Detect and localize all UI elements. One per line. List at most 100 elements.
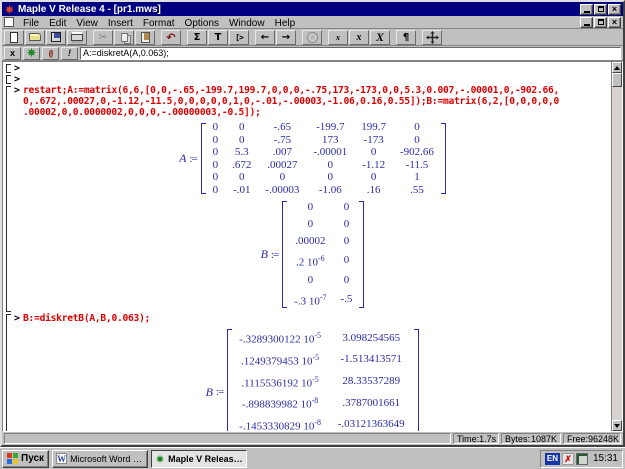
matrix-row: 00 (287, 216, 359, 233)
new-button[interactable] (4, 30, 24, 45)
command-input[interactable]: .00002,0,0.0000002,0,0,0,-.00000003,-0.5… (14, 107, 611, 118)
matrix-output-a: A:=00-.65-199.7199.7000-.75173-173005.3.… (179, 121, 446, 196)
inert-math-button[interactable]: x (4, 47, 21, 60)
matrix-row: 05.3.007-.000010-902.66 (206, 146, 441, 159)
matrix-row: 000001 (206, 171, 441, 184)
save-button[interactable] (46, 30, 66, 45)
matrix-cell: -.3 10-7 (287, 289, 333, 311)
matrix-cell: -.01 (225, 184, 258, 197)
document-icon[interactable] (4, 17, 14, 27)
menu-help[interactable]: Help (270, 18, 301, 29)
paste-button (135, 30, 155, 45)
status-bytes-panel: Bytes: 1087K (501, 433, 561, 444)
minimize-button[interactable] (580, 4, 593, 15)
taskbar-item-maple[interactable]: Maple V Release 4 - [... (151, 450, 247, 468)
matrix-cell: -1.12 (354, 159, 393, 172)
matrix-label: A (179, 151, 186, 166)
close-button[interactable]: × (608, 4, 621, 15)
evaluate-leaf-button[interactable] (23, 47, 40, 60)
menu-view[interactable]: View (71, 18, 103, 29)
matrix-cell: 199.7 (354, 121, 393, 134)
menu-file[interactable]: File (18, 18, 44, 29)
language-indicator[interactable]: EN (545, 453, 560, 465)
zoom-medium-button[interactable]: x (349, 30, 369, 45)
scroll-up-button[interactable] (612, 62, 622, 73)
input-prompt: > (14, 74, 20, 85)
matrix-cell: 0 (258, 171, 306, 184)
menu-window[interactable]: Window (224, 18, 270, 29)
four-way-arrow-icon (426, 31, 439, 44)
matrix-cell: -.00003 (258, 184, 306, 197)
child-close-button[interactable]: × (608, 17, 621, 28)
matrix-row: -.3 10-7-.5 (287, 289, 359, 311)
muted-status-icon[interactable]: ✗ (562, 453, 574, 465)
print-icon (71, 34, 83, 41)
status-time-panel: Time: 1.7s (453, 433, 499, 444)
status-bar: Time: 1.7s Bytes: 1087K Free: 96248K (2, 432, 623, 445)
matrix-output-b: B:=0000.000020.2 10-6000-.3 10-7-.5 (261, 199, 365, 310)
worksheet-area: >>>restart;A:=matrix(6,6,[0,0,-.65,-199.… (2, 61, 623, 432)
assign-operator: := (189, 153, 196, 165)
menu-insert[interactable]: Insert (103, 18, 138, 29)
stop-icon (307, 32, 318, 43)
keyboard-layout-icon[interactable] (576, 453, 588, 465)
assign-operator: := (216, 386, 223, 398)
text-mode-button[interactable]: T (208, 30, 228, 45)
show-marks-button[interactable]: ¶ (396, 30, 416, 45)
worksheet[interactable]: >>>restart;A:=matrix(6,6,[0,0,-.65,-199.… (3, 62, 611, 431)
open-button[interactable] (25, 30, 45, 45)
paragraph-icon: ¶ (403, 31, 409, 44)
child-minimize-button[interactable] (580, 17, 593, 28)
scroll-down-button[interactable] (612, 420, 622, 431)
bytes-label: Bytes: (505, 434, 530, 444)
scroll-thumb[interactable] (612, 73, 622, 87)
copy-button (114, 30, 134, 45)
menu-format[interactable]: Format (138, 18, 180, 29)
taskbar-item-word[interactable]: W Microsoft Word - CCO (52, 450, 148, 468)
menu-options[interactable]: Options (180, 18, 224, 29)
print-button[interactable] (67, 30, 87, 45)
child-restore-button[interactable] (594, 17, 607, 28)
paste-icon (141, 32, 150, 43)
restore-button[interactable] (594, 4, 607, 15)
zoom-small-button[interactable]: x (328, 30, 348, 45)
command-input[interactable]: 0,.672,.00027,0,-1.12,-11.5,0,0,0,0,0,1,… (14, 96, 611, 107)
toolbar: ✂↶ΣT[>←→xxX¶ (2, 29, 623, 46)
maple-prompt-icon: [> (235, 31, 243, 44)
vertical-scrollbar[interactable] (611, 62, 622, 431)
maple-input-button[interactable]: [> (229, 30, 249, 45)
execution-group: >B:=diskretB(A,B,0.063);B:=-.3289300122 … (5, 313, 611, 431)
matrix-cell: 0 (206, 184, 226, 197)
command-input[interactable]: restart;A:=matrix(6,6,[0,0,-.65,-199.7,1… (23, 85, 559, 96)
matrix-cell: -199.7 (306, 121, 354, 134)
command-input[interactable]: B:=diskretB(A,B,0.063); (23, 313, 150, 324)
sigma-icon: Σ (194, 31, 201, 44)
matrix-cell: 0 (225, 134, 258, 147)
matrix-cell: 0 (287, 272, 333, 289)
undo-button[interactable]: ↶ (161, 30, 181, 45)
menu-edit[interactable]: Edit (44, 18, 71, 29)
exclamation-icon: ! (68, 48, 71, 58)
clock[interactable]: 15:31 (590, 453, 618, 464)
group-bracket (6, 314, 11, 431)
next-group-button[interactable]: → (276, 30, 296, 45)
scroll-trough[interactable] (612, 87, 622, 420)
expression-input[interactable] (80, 47, 621, 60)
sum-button[interactable]: Σ (187, 30, 207, 45)
standard-math-button[interactable]: (∕) (42, 47, 59, 60)
separate-view-button[interactable] (422, 30, 442, 45)
matrix-output-b: B:=-.3289300122 10-53.098254565.12493794… (206, 327, 420, 431)
status-free-panel: Free: 96248K (563, 433, 621, 444)
down-arrow-icon (614, 424, 620, 428)
execute-button[interactable]: ! (61, 47, 78, 60)
task-label: Microsoft Word - CCO (70, 454, 144, 464)
matrix-row: 0-.01-.00003-1.06.16.55 (206, 184, 441, 197)
time-label: Time: (457, 434, 479, 444)
matrix-cell: .16 (354, 184, 393, 197)
start-button[interactable]: Пуск (2, 450, 49, 468)
matrix-cell: 5.3 (225, 146, 258, 159)
prev-group-button[interactable]: ← (255, 30, 275, 45)
zoom-large-button[interactable]: X (370, 30, 390, 45)
matrix-row: -.3289300122 10-53.098254565 (232, 327, 414, 349)
taskbar: Пуск W Microsoft Word - CCO Maple V Rele… (0, 447, 625, 469)
